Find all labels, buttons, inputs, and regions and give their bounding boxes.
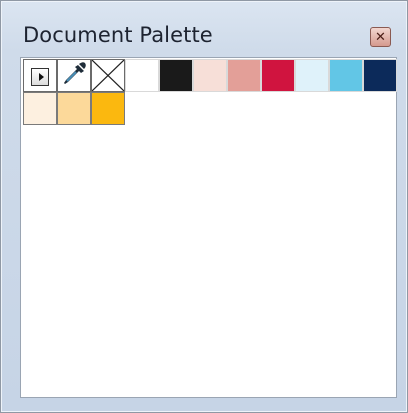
color-swatch[interactable] xyxy=(193,59,227,92)
eyedropper-button[interactable] xyxy=(57,59,91,92)
color-swatch[interactable] xyxy=(295,59,329,92)
color-swatch[interactable] xyxy=(363,59,397,92)
close-button[interactable]: ✕ xyxy=(370,27,391,47)
window-title: Document Palette xyxy=(23,23,213,47)
color-swatch[interactable] xyxy=(23,92,57,125)
no-color-swatch[interactable] xyxy=(91,59,125,92)
color-swatch[interactable] xyxy=(329,59,363,92)
close-icon: ✕ xyxy=(375,29,386,45)
eyedropper-icon xyxy=(64,62,86,84)
swatch-panel xyxy=(20,57,397,398)
color-swatch[interactable] xyxy=(57,92,91,125)
no-color-icon xyxy=(91,59,125,92)
color-swatch[interactable] xyxy=(125,59,159,92)
color-swatch[interactable] xyxy=(261,59,295,92)
menu-arrow-icon xyxy=(31,68,49,86)
color-swatch[interactable] xyxy=(91,92,125,125)
color-swatch[interactable] xyxy=(159,59,193,92)
document-palette-window: Document Palette ✕ xyxy=(0,0,408,413)
color-swatch[interactable] xyxy=(227,59,261,92)
palette-menu-button[interactable] xyxy=(23,59,57,92)
